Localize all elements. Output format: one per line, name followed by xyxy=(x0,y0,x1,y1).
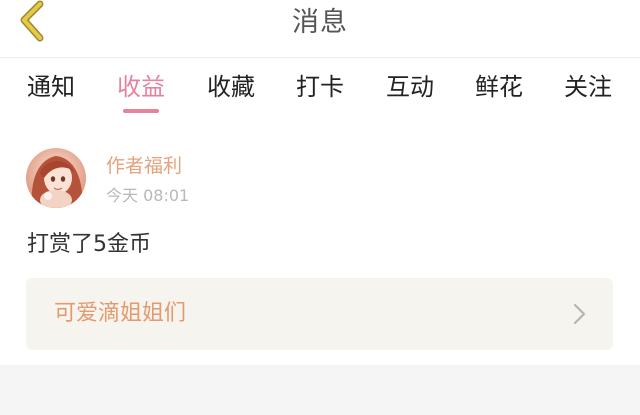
message-body: 打赏了5金币 xyxy=(27,232,151,257)
quoted-content-card[interactable]: 可爱滴姐姐们 xyxy=(26,278,613,350)
header-bar: 消息 xyxy=(0,0,640,58)
tab-notifications[interactable]: 通知 xyxy=(16,72,86,102)
avatar-image xyxy=(26,148,86,208)
list-background xyxy=(0,365,640,415)
active-tab-indicator xyxy=(123,109,159,113)
message-timestamp: 今天 08:01 xyxy=(106,186,190,205)
tab-checkin[interactable]: 打卡 xyxy=(285,72,355,102)
tab-interactions[interactable]: 互动 xyxy=(375,72,445,102)
tab-bar: 通知 收益 收藏 打卡 互动 鲜花 关注 xyxy=(0,58,640,116)
page-title: 消息 xyxy=(292,7,348,38)
tab-flowers[interactable]: 鲜花 xyxy=(464,72,534,102)
chevron-right-icon xyxy=(573,303,586,325)
tab-favorites[interactable]: 收藏 xyxy=(196,72,266,102)
user-avatar[interactable] xyxy=(26,148,86,208)
tab-earnings[interactable]: 收益 xyxy=(106,72,176,102)
quoted-content-title: 可爱滴姐姐们 xyxy=(54,301,187,326)
messages-screen: 消息 通知 收益 收藏 打卡 互动 鲜花 关注 作者福利 今天 08:01 打赏… xyxy=(0,0,640,415)
author-name[interactable]: 作者福利 xyxy=(106,154,182,178)
tab-following[interactable]: 关注 xyxy=(553,72,623,102)
